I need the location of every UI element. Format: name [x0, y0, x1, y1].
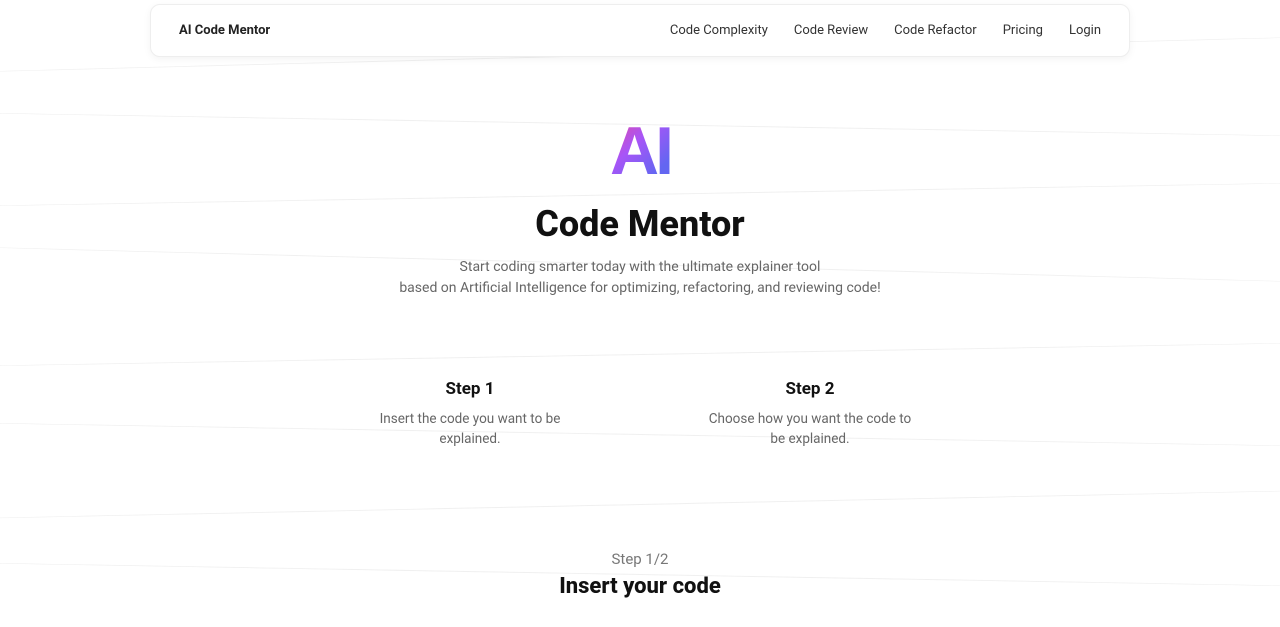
step-counter: Step 1/2 — [0, 550, 1280, 568]
step-1-desc: Insert the code you want to be explained… — [360, 409, 580, 450]
steps-row: Step 1 Insert the code you want to be ex… — [0, 379, 1280, 450]
subtitle: Start coding smarter today with the ulti… — [0, 257, 1280, 299]
ai-logo: AI — [610, 117, 670, 185]
nav: Code Complexity Code Review Code Refacto… — [670, 23, 1101, 38]
nav-link-refactor[interactable]: Code Refactor — [894, 23, 977, 38]
brand-name[interactable]: AI Code Mentor — [179, 23, 270, 38]
insert-title: Insert your code — [0, 574, 1280, 599]
nav-link-review[interactable]: Code Review — [794, 23, 868, 38]
subtitle-line-1: Start coding smarter today with the ulti… — [0, 257, 1280, 278]
step-2-title: Step 2 — [700, 379, 920, 399]
step-1-title: Step 1 — [360, 379, 580, 399]
page-title: Code Mentor — [0, 203, 1280, 245]
step-1: Step 1 Insert the code you want to be ex… — [360, 379, 580, 450]
subtitle-line-2: based on Artificial Intelligence for opt… — [0, 278, 1280, 299]
nav-link-complexity[interactable]: Code Complexity — [670, 23, 768, 38]
step-2: Step 2 Choose how you want the code to b… — [700, 379, 920, 450]
hero-section: AI Code Mentor Start coding smarter toda… — [0, 117, 1280, 299]
insert-section: Step 1/2 Insert your code — [0, 550, 1280, 599]
nav-link-login[interactable]: Login — [1069, 23, 1101, 38]
step-2-desc: Choose how you want the code to be expla… — [700, 409, 920, 450]
nav-link-pricing[interactable]: Pricing — [1003, 23, 1043, 38]
header: AI Code Mentor Code Complexity Code Revi… — [150, 4, 1130, 57]
